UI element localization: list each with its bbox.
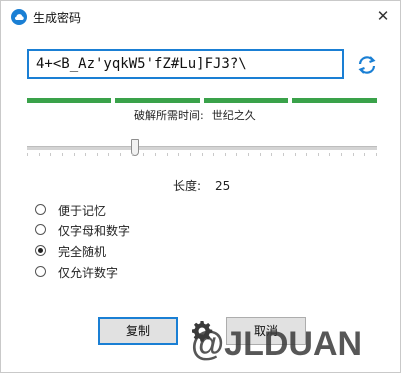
password-field[interactable]: 4+<B_Az'yqkW5'fZ#Lu]FJ3?\	[27, 49, 344, 79]
option-label: 便于记忆	[58, 204, 107, 218]
option-label: 完全随机	[58, 245, 107, 259]
slider-tick	[306, 153, 307, 156]
radio-fully-random[interactable]	[35, 245, 46, 256]
option-memorable[interactable]: 便于记忆	[35, 201, 185, 219]
copy-button[interactable]: 复制	[98, 317, 178, 345]
strength-meter	[27, 98, 377, 104]
window-title: 生成密码	[33, 11, 82, 25]
slider-tick	[178, 153, 179, 156]
cloud-icon	[11, 9, 27, 25]
slider-tick	[202, 153, 203, 156]
slider-tick	[50, 153, 51, 156]
slider-tick	[260, 153, 261, 156]
slider-tick	[283, 153, 284, 156]
option-label: 仅字母和数字	[58, 224, 131, 238]
slider-tick	[329, 153, 330, 156]
password-generator-window: 生成密码 ✕ 4+<B_Az'yqkW5'fZ#Lu]FJ3?\ 破解所需时间:…	[0, 0, 401, 373]
slider-tick	[341, 153, 342, 156]
option-label: 仅允许数字	[58, 266, 119, 280]
length-label: 长度:	[173, 179, 202, 193]
password-value[interactable]: 4+<B_Az'yqkW5'fZ#Lu]FJ3?\	[36, 56, 247, 72]
slider-tick	[248, 153, 249, 156]
slider-tick	[376, 153, 377, 156]
slider-tick	[213, 153, 214, 156]
slider-tick	[155, 153, 156, 156]
title-bar: 生成密码 ✕	[1, 1, 400, 33]
radio-digits-only[interactable]	[35, 266, 46, 277]
radio-letters-digits[interactable]	[35, 224, 46, 235]
slider-tick	[97, 153, 98, 156]
length-readout: 长度: 25	[173, 177, 230, 194]
length-slider[interactable]	[27, 139, 377, 157]
crack-time: 破解所需时间: 世纪之久	[134, 107, 264, 123]
slider-tick	[85, 153, 86, 156]
length-value: 25	[215, 179, 231, 193]
strength-segment	[115, 98, 200, 103]
slider-tick	[39, 153, 40, 156]
option-letters-digits[interactable]: 仅字母和数字	[35, 221, 185, 239]
slider-track[interactable]	[27, 146, 377, 150]
slider-tick	[27, 153, 28, 156]
option-fully-random[interactable]: 完全随机	[35, 242, 185, 260]
slider-tick	[120, 153, 121, 156]
strength-segment	[27, 98, 111, 103]
slider-tick	[143, 153, 144, 156]
slider-tick	[167, 153, 168, 156]
slider-tick	[74, 153, 75, 156]
strength-segment	[204, 98, 288, 103]
slider-tick	[225, 153, 226, 156]
watermark: @JLDUAN	[191, 325, 363, 363]
option-digits-only[interactable]: 仅允许数字	[35, 263, 185, 281]
crack-time-value: 世纪之久	[211, 109, 256, 122]
close-icon[interactable]: ✕	[371, 5, 395, 27]
crack-time-label: 破解所需时间:	[134, 109, 204, 122]
slider-tick	[318, 153, 319, 156]
radio-memorable[interactable]	[35, 204, 46, 215]
slider-tick	[108, 153, 109, 156]
slider-tick	[236, 153, 237, 156]
slider-tick	[62, 153, 63, 156]
slider-tick	[132, 153, 133, 156]
slider-tick	[190, 153, 191, 156]
strength-segment	[292, 98, 377, 103]
slider-tick	[271, 153, 272, 156]
slider-tick	[295, 153, 296, 156]
slider-tick	[353, 153, 354, 156]
refresh-icon[interactable]	[356, 54, 378, 76]
slider-tick	[364, 153, 365, 156]
